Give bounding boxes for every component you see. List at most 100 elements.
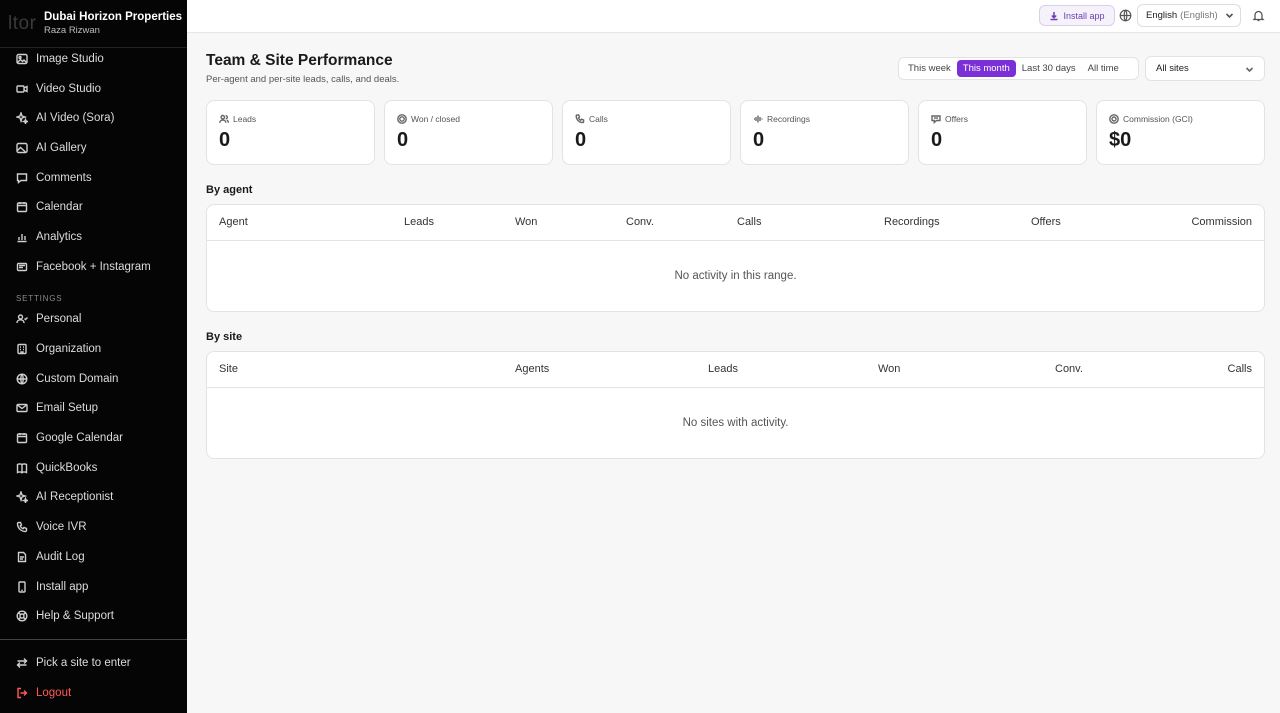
page-subtitle: Per-agent and per-site leads, calls, and… [206, 74, 400, 85]
brand-header[interactable]: ltor Dubai Horizon Properties Raza Rizwa… [0, 0, 187, 48]
logout-button[interactable]: Logout [0, 678, 187, 708]
sidebar-item-personal[interactable]: Personal [0, 305, 187, 335]
sites-select[interactable]: All sites [1145, 56, 1265, 81]
help-icon [16, 610, 28, 622]
sidebar-item-image-studio[interactable]: Image Studio [0, 44, 187, 74]
chart-icon [16, 231, 28, 243]
sidebar-item-label: AI Receptionist [36, 491, 114, 504]
column-header-agent[interactable]: Agent [219, 216, 248, 228]
column-header-conv[interactable]: Conv. [1055, 363, 1083, 375]
stat-card-offers: Offers 0 [918, 100, 1087, 165]
sidebar-item-label: QuickBooks [36, 461, 98, 474]
share-icon [16, 261, 28, 273]
globe-icon [16, 373, 28, 385]
sidebar-item-ai-video[interactable]: AI Video (Sora) [0, 103, 187, 133]
pick-site-button[interactable]: Pick a site to enter [0, 648, 187, 678]
sidebar-item-ai-receptionist[interactable]: AI Receptionist [0, 483, 187, 513]
sidebar-item-video-studio[interactable]: Video Studio [0, 74, 187, 104]
sidebar-item-label: Personal [36, 313, 82, 326]
stat-card-won-label: Won / closed [397, 114, 460, 124]
install-app-button[interactable]: Install app [1039, 5, 1115, 26]
sidebar: ltor Dubai Horizon Properties Raza Rizwa… [0, 0, 187, 713]
sidebar-divider [0, 639, 187, 640]
comment-icon [16, 172, 28, 184]
chevron-down-icon [1225, 13, 1233, 19]
video-icon [16, 83, 28, 95]
sidebar-item-analytics[interactable]: Analytics [0, 222, 187, 252]
sidebar-item-label: Facebook + Instagram [36, 260, 151, 273]
sidebar-item-help-support[interactable]: Help & Support [0, 601, 187, 631]
user-icon [16, 313, 28, 325]
chevron-down-icon [1245, 67, 1254, 73]
sidebar-item-comments[interactable]: Comments [0, 163, 187, 193]
brand-logo: ltor [8, 13, 37, 34]
stat-value: $0 [1109, 129, 1132, 151]
sidebar-item-label: AI Gallery [36, 141, 87, 154]
range-last-30-days[interactable]: Last 30 days [1016, 60, 1082, 77]
date-range-toggle: This week This month Last 30 days All ti… [898, 57, 1139, 80]
range-all-time[interactable]: All time [1082, 60, 1125, 77]
globe-icon[interactable] [1119, 9, 1132, 22]
sparkles-icon [16, 491, 28, 504]
sidebar-item-voice-ivr[interactable]: Voice IVR [0, 512, 187, 542]
sidebar-item-audit-log[interactable]: Audit Log [0, 542, 187, 572]
phone-icon [16, 521, 28, 533]
column-header-leads[interactable]: Leads [404, 216, 434, 228]
column-header-calls[interactable]: Calls [737, 216, 761, 228]
language-value: English [1146, 10, 1178, 21]
column-header-site[interactable]: Site [219, 363, 238, 375]
building-icon [16, 343, 28, 355]
sidebar-item-label: Help & Support [36, 610, 114, 623]
by-site-title: By site [206, 331, 243, 343]
sidebar-item-label: Calendar [36, 201, 83, 214]
column-header-won[interactable]: Won [515, 216, 537, 228]
sidebar-item-custom-domain[interactable]: Custom Domain [0, 364, 187, 394]
sidebar-item-ai-gallery[interactable]: AI Gallery [0, 133, 187, 163]
stat-cards: Leads 0 Won / closed 0 Calls 0 Recording… [206, 100, 1265, 165]
column-header-offers[interactable]: Offers [1031, 216, 1061, 228]
trophy-icon [397, 114, 407, 124]
pick-site-label: Pick a site to enter [36, 656, 131, 669]
column-header-calls[interactable]: Calls [1228, 363, 1252, 375]
column-header-conv[interactable]: Conv. [626, 216, 654, 228]
stat-card-calls: Calls 0 [562, 100, 731, 165]
stat-card-leads-label: Leads [219, 114, 256, 124]
stat-label: Offers [945, 114, 968, 124]
sidebar-item-install-app[interactable]: Install app [0, 572, 187, 602]
offer-icon [931, 115, 941, 124]
logout-label: Logout [36, 686, 72, 699]
column-header-agents[interactable]: Agents [515, 363, 549, 375]
sidebar-item-label: Image Studio [36, 52, 104, 65]
sites-select-value: All sites [1156, 63, 1189, 74]
phone-icon [575, 114, 585, 124]
sidebar-item-facebook-instagram[interactable]: Facebook + Instagram [0, 252, 187, 282]
org-name: Dubai Horizon Properties [44, 11, 183, 23]
topbar: Install app English (English) [187, 0, 1280, 33]
book-icon [16, 462, 28, 474]
stat-card-recordings: Recordings 0 [740, 100, 909, 165]
range-this-month[interactable]: This month [956, 60, 1016, 77]
calendar-icon [16, 432, 28, 444]
by-site-table: Site Agents Leads Won Conv. Calls No sit… [206, 351, 1265, 459]
language-select[interactable]: English (English) [1137, 4, 1241, 27]
bell-icon[interactable] [1252, 9, 1265, 22]
by-agent-table: Agent Leads Won Conv. Calls Recordings O… [206, 204, 1265, 312]
column-header-recordings[interactable]: Recordings [884, 216, 940, 228]
swap-icon [16, 657, 28, 669]
empty-state: No activity in this range. [674, 270, 797, 282]
sparkles-icon [16, 112, 28, 125]
sidebar-item-email-setup[interactable]: Email Setup [0, 394, 187, 424]
column-header-won[interactable]: Won [878, 363, 900, 375]
stat-label: Calls [589, 114, 608, 124]
column-header-leads[interactable]: Leads [708, 363, 738, 375]
sidebar-item-organization[interactable]: Organization [0, 334, 187, 364]
sidebar-item-calendar[interactable]: Calendar [0, 192, 187, 222]
sidebar-item-label: Video Studio [36, 82, 102, 95]
sidebar-item-label: Install app [36, 580, 89, 593]
sidebar-item-quickbooks[interactable]: QuickBooks [0, 453, 187, 483]
stat-value: 0 [931, 129, 943, 151]
column-header-commission[interactable]: Commission [1191, 216, 1252, 228]
range-this-week[interactable]: This week [902, 60, 957, 77]
sidebar-item-google-calendar[interactable]: Google Calendar [0, 423, 187, 453]
sidebar-nav: Image Studio Video Studio AI Video (Sora… [0, 44, 187, 631]
